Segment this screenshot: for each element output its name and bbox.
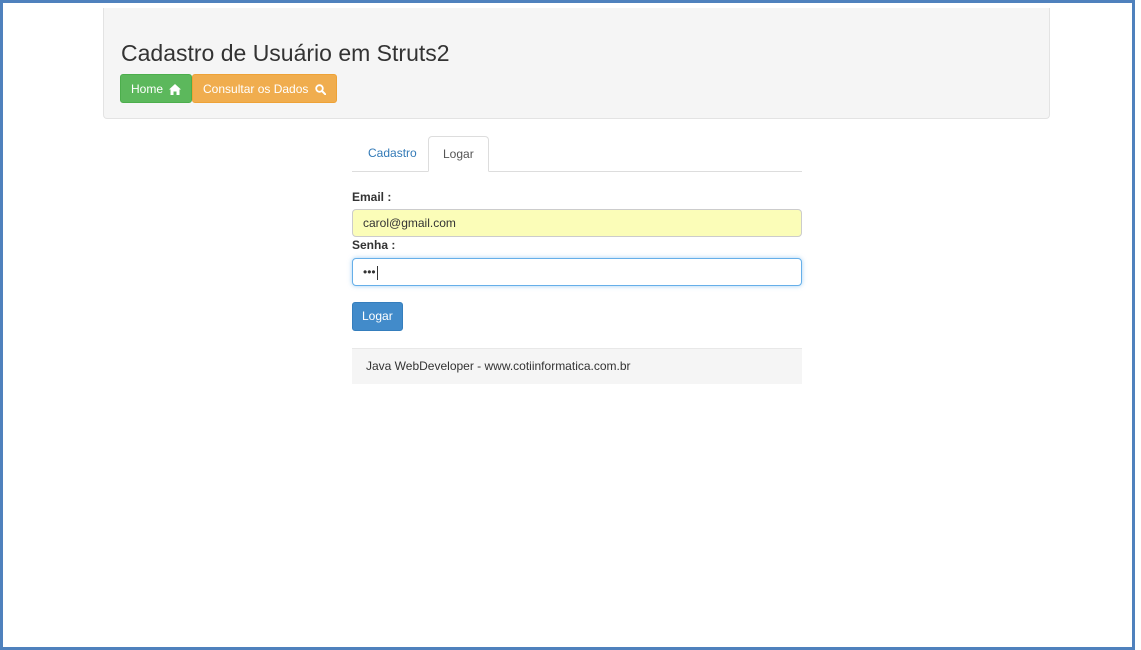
password-label: Senha : bbox=[352, 238, 396, 252]
login-tabs: Cadastro Logar bbox=[352, 136, 802, 172]
tab-logar[interactable]: Logar bbox=[428, 136, 489, 172]
email-field[interactable]: carol@gmail.com bbox=[352, 209, 802, 237]
login-button[interactable]: Logar bbox=[352, 302, 403, 331]
home-button[interactable]: Home bbox=[120, 74, 193, 103]
home-icon bbox=[169, 84, 182, 96]
consult-data-button[interactable]: Consultar os Dados bbox=[192, 74, 337, 103]
email-label: Email : bbox=[352, 190, 392, 204]
footer-text: Java WebDeveloper - www.cotiinformatica.… bbox=[366, 359, 631, 373]
search-icon bbox=[315, 84, 326, 96]
page-title: Cadastro de Usuário em Struts2 bbox=[121, 40, 450, 66]
password-field[interactable]: ••• bbox=[352, 258, 802, 286]
home-button-label: Home bbox=[131, 82, 164, 96]
email-field-value: carol@gmail.com bbox=[363, 216, 456, 230]
consult-data-button-label: Consultar os Dados bbox=[203, 82, 309, 96]
text-caret bbox=[376, 265, 378, 280]
tab-cadastro[interactable]: Cadastro bbox=[354, 136, 431, 171]
page-footer: Java WebDeveloper - www.cotiinformatica.… bbox=[352, 348, 802, 384]
password-field-value: ••• bbox=[363, 265, 376, 279]
header-jumbotron: Cadastro de Usuário em Struts2 Home Cons… bbox=[103, 8, 1050, 119]
